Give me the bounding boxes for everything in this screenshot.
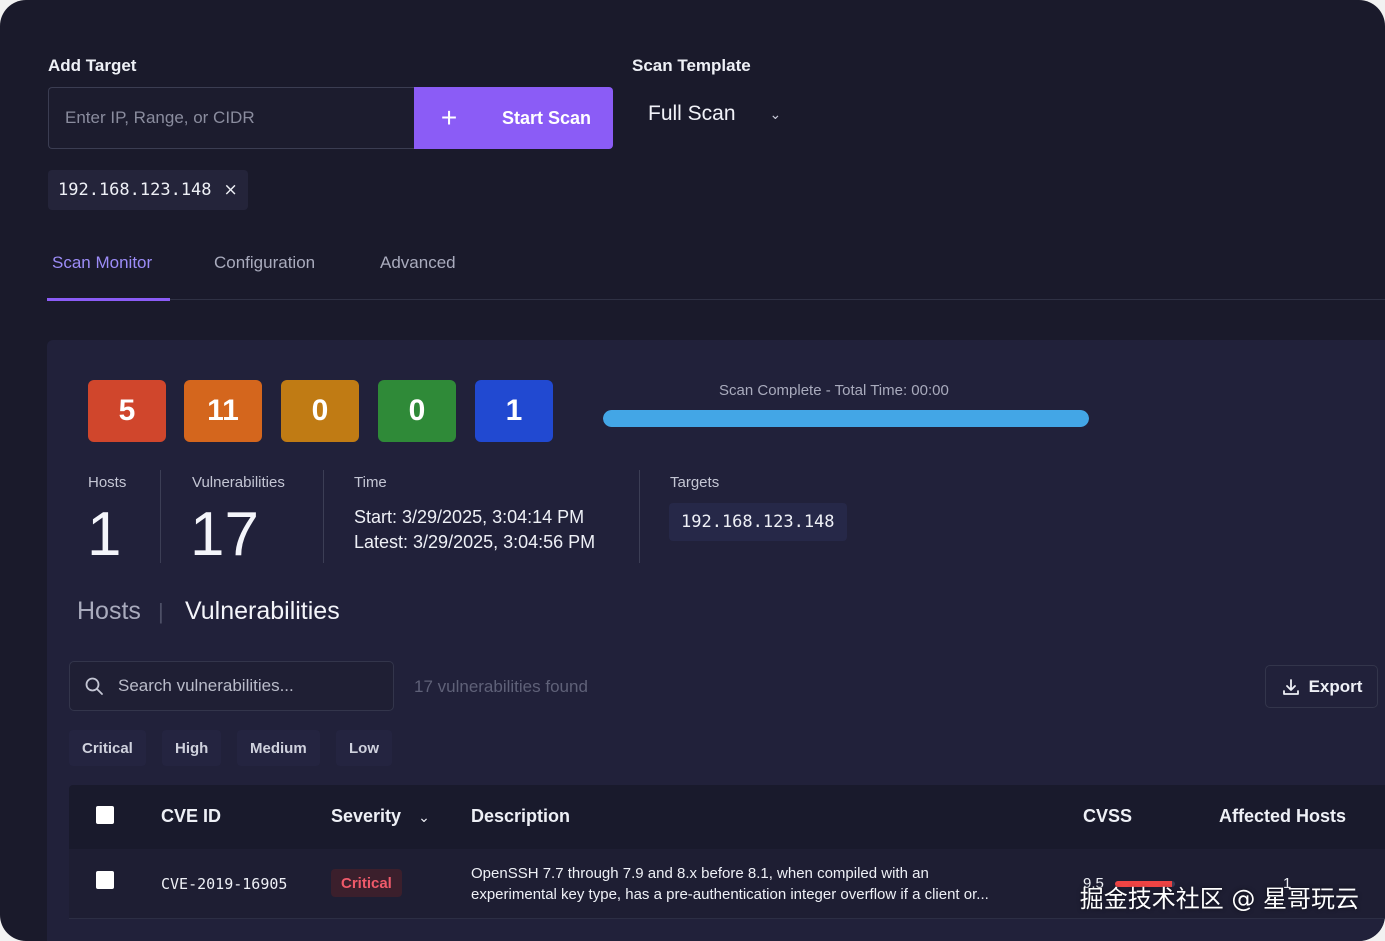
filter-low[interactable]: Low [336, 730, 392, 766]
description-line-2: experimental key type, has a pre-authent… [471, 886, 989, 903]
col-description[interactable]: Description [471, 806, 570, 827]
remove-target-icon[interactable]: × [224, 180, 238, 200]
stat-divider [639, 470, 640, 563]
tab-bar: Scan Monitor Configuration Advanced [47, 240, 1385, 301]
scan-status-text: Scan Complete - Total Time: 00:00 [719, 382, 949, 399]
col-cvss[interactable]: CVSS [1083, 806, 1132, 827]
stat-divider [323, 470, 324, 563]
select-all-checkbox[interactable] [96, 806, 114, 824]
filter-critical[interactable]: Critical [69, 730, 146, 766]
active-tab-indicator [47, 298, 170, 301]
target-chip-value: 192.168.123.148 [58, 180, 212, 200]
search-input[interactable] [118, 676, 378, 696]
export-label: Export [1308, 676, 1363, 696]
results-count: 17 vulnerabilities found [414, 677, 588, 696]
time-stat-label: Time [354, 474, 387, 491]
download-icon [1282, 678, 1299, 695]
chevron-down-icon: ⌄ [769, 105, 782, 122]
vulnerability-search[interactable] [69, 661, 394, 711]
col-severity-label: Severity [331, 806, 402, 826]
scan-start-time: Start: 3/29/2025, 3:04:14 PM [354, 507, 585, 527]
description-line-1: OpenSSH 7.7 through 7.9 and 8.x before 8… [471, 865, 929, 882]
col-severity[interactable]: Severity ⌄ [331, 806, 430, 827]
scan-template-label: Scan Template [632, 56, 751, 75]
scan-monitor-panel: 5 11 0 0 1 Scan Complete - Total Time: 0… [47, 340, 1385, 941]
scanner-app: Add Target + Start Scan Scan Template Fu… [0, 0, 1385, 941]
vulns-stat-label: Vulnerabilities [192, 474, 285, 491]
add-target-label: Add Target [48, 56, 137, 75]
search-icon [70, 676, 118, 696]
export-button[interactable]: Export [1265, 665, 1378, 708]
scan-latest-time: Latest: 3/29/2025, 3:04:56 PM [354, 532, 596, 552]
plus-icon: + [440, 102, 458, 133]
high-count: 11 [184, 380, 262, 442]
stat-divider [160, 470, 161, 563]
tab-advanced[interactable]: Advanced [380, 253, 456, 273]
hosts-stat-label: Hosts [88, 474, 127, 491]
critical-count: 5 [88, 380, 166, 442]
row-checkbox[interactable] [96, 871, 114, 889]
scan-template-select[interactable]: Full Scan ⌄ [632, 92, 781, 136]
start-scan-button[interactable]: + Start Scan [414, 87, 613, 149]
target-chip: 192.168.123.148 × [48, 170, 248, 210]
vulns-stat-value: 17 [190, 500, 259, 569]
filter-high[interactable]: High [162, 730, 222, 766]
hosts-stat-value: 1 [87, 500, 122, 569]
target-value-chip: 192.168.123.148 [669, 503, 847, 541]
tab-configuration[interactable]: Configuration [214, 253, 315, 273]
chevron-down-icon: ⌄ [418, 809, 430, 825]
vulnerabilities-view-toggle[interactable]: Vulnerabilities [185, 597, 340, 626]
low-count: 0 [378, 380, 456, 442]
info-count: 1 [475, 380, 553, 442]
target-input[interactable] [48, 87, 414, 149]
targets-stat-label: Targets [670, 474, 720, 491]
table-header: CVE ID Severity ⌄ Description CVSS Affec… [69, 785, 1385, 849]
filter-medium[interactable]: Medium [237, 730, 320, 766]
hosts-view-toggle[interactable]: Hosts [77, 597, 141, 626]
scan-progress-bar [603, 410, 1089, 427]
scan-progress-fill [603, 410, 1089, 427]
medium-count: 0 [281, 380, 359, 442]
col-cve-id[interactable]: CVE ID [161, 806, 221, 827]
severity-badge: Critical [331, 869, 402, 897]
watermark: 掘金技术社区 @ 星哥玩云 [1079, 885, 1359, 913]
view-toggle-separator: | [158, 599, 164, 624]
scan-template-value: Full Scan [648, 102, 736, 125]
cve-id: CVE-2019-16905 [161, 875, 288, 893]
tab-scan-monitor[interactable]: Scan Monitor [52, 253, 152, 273]
start-scan-label: Start Scan [502, 107, 592, 128]
col-affected-hosts[interactable]: Affected Hosts [1219, 806, 1346, 827]
